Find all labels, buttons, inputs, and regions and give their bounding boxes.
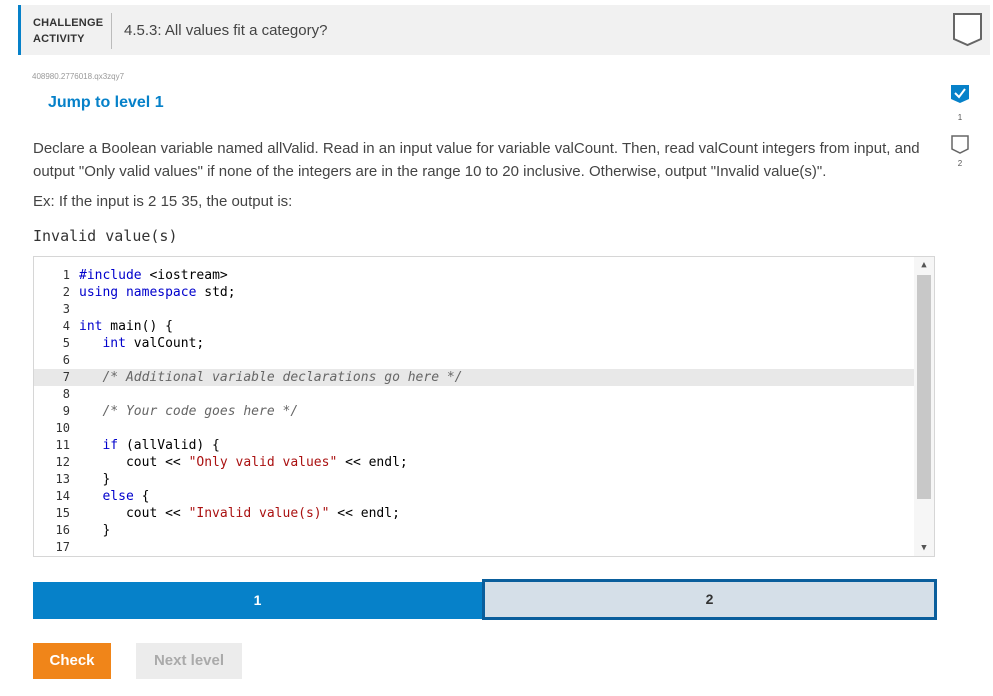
- code-line[interactable]: 7 /* Additional variable declarations go…: [34, 369, 914, 386]
- code-line[interactable]: 15 cout << "Invalid value(s)" << endl;: [34, 505, 914, 522]
- line-number: 2: [62, 285, 70, 299]
- level-1-bar[interactable]: 1: [33, 582, 482, 619]
- level-2-bar[interactable]: 2: [482, 579, 937, 620]
- code-text[interactable]: cout << "Invalid value(s)" << endl;: [79, 505, 400, 522]
- activity-label: ACTIVITY: [33, 33, 85, 45]
- line-number: 14: [55, 489, 70, 503]
- next-level-button[interactable]: Next level: [136, 643, 242, 679]
- code-line[interactable]: 4 int main() {: [34, 318, 914, 335]
- editor-scrollbar[interactable]: ▲ ▼: [914, 257, 934, 556]
- code-line[interactable]: 3: [34, 301, 914, 318]
- line-number: 13: [55, 472, 70, 486]
- line-number: 8: [62, 387, 70, 401]
- line-number: 3: [62, 302, 70, 316]
- code-line[interactable]: 5 int valCount;: [34, 335, 914, 352]
- line-number: 1: [62, 268, 70, 282]
- scroll-thumb[interactable]: [917, 275, 931, 499]
- line-number: 10: [55, 421, 70, 435]
- code-line[interactable]: 9 /* Your code goes here */: [34, 403, 914, 420]
- code-line[interactable]: 1 #include <iostream>: [34, 267, 914, 284]
- code-text[interactable]: /* Your code goes here */: [79, 403, 298, 420]
- activity-id: 408980.2776018.qx3zqy7: [32, 72, 125, 81]
- level-2-number: 2: [957, 159, 963, 168]
- jump-to-level-link[interactable]: Jump to level 1: [48, 94, 164, 112]
- code-text[interactable]: }: [79, 522, 110, 539]
- code-text[interactable]: else {: [79, 488, 149, 505]
- code-line[interactable]: 8: [34, 386, 914, 403]
- line-number: 5: [62, 336, 70, 350]
- line-number: 11: [55, 438, 70, 452]
- challenge-label: CHALLENGE: [33, 17, 104, 29]
- header-divider: [111, 13, 112, 49]
- code-line[interactable]: 12 cout << "Only valid values" << endl;: [34, 454, 914, 471]
- code-line[interactable]: 10: [34, 420, 914, 437]
- code-text[interactable]: /* Additional variable declarations go h…: [79, 369, 462, 386]
- level-1-number: 1: [957, 113, 963, 122]
- activity-header: CHALLENGE ACTIVITY 4.5.3: All values fit…: [18, 5, 990, 55]
- code-text[interactable]: cout << "Only valid values" << endl;: [79, 454, 408, 471]
- check-button[interactable]: Check: [33, 643, 111, 679]
- code-line[interactable]: 14 else {: [34, 488, 914, 505]
- code-line[interactable]: 2 using namespace std;: [34, 284, 914, 301]
- line-number: 12: [55, 455, 70, 469]
- code-text[interactable]: #include <iostream>: [79, 267, 228, 284]
- example-text: Ex: If the input is 2 15 35, the output …: [33, 193, 293, 210]
- code-text[interactable]: if (allValid) {: [79, 437, 219, 454]
- line-number: 15: [55, 506, 70, 520]
- scroll-up-icon[interactable]: ▲: [919, 260, 929, 270]
- code-line[interactable]: 16 }: [34, 522, 914, 539]
- activity-title: 4.5.3: All values fit a category?: [124, 22, 328, 39]
- code-text[interactable]: using namespace std;: [79, 284, 236, 301]
- code-text[interactable]: int valCount;: [79, 335, 204, 352]
- line-number: 16: [55, 523, 70, 537]
- code-line[interactable]: 6: [34, 352, 914, 369]
- line-number: 7: [62, 370, 70, 384]
- code-line[interactable]: 11 if (allValid) {: [34, 437, 914, 454]
- code-text[interactable]: }: [79, 471, 110, 488]
- code-line[interactable]: 17: [34, 539, 914, 556]
- scroll-down-icon[interactable]: ▼: [919, 543, 929, 553]
- line-number: 6: [62, 353, 70, 367]
- line-number: 9: [62, 404, 70, 418]
- level-2-shield-icon[interactable]: [950, 134, 970, 154]
- code-editor[interactable]: 1 #include <iostream> 2 using namespace std…: [33, 256, 935, 557]
- problem-statement: Declare a Boolean variable named allVali…: [33, 140, 920, 180]
- level-1-complete-icon[interactable]: [950, 84, 970, 104]
- code-line[interactable]: 13 }: [34, 471, 914, 488]
- example-output: Invalid value(s): [33, 227, 178, 245]
- challenge-activity-label: CHALLENGE ACTIVITY: [33, 15, 103, 47]
- code-text[interactable]: int main() {: [79, 318, 173, 335]
- challenge-activity-frame: CHALLENGE ACTIVITY 4.5.3: All values fit…: [0, 0, 993, 696]
- completion-shield-icon: [953, 13, 982, 47]
- line-number: 4: [62, 319, 70, 333]
- line-number: 17: [55, 540, 70, 554]
